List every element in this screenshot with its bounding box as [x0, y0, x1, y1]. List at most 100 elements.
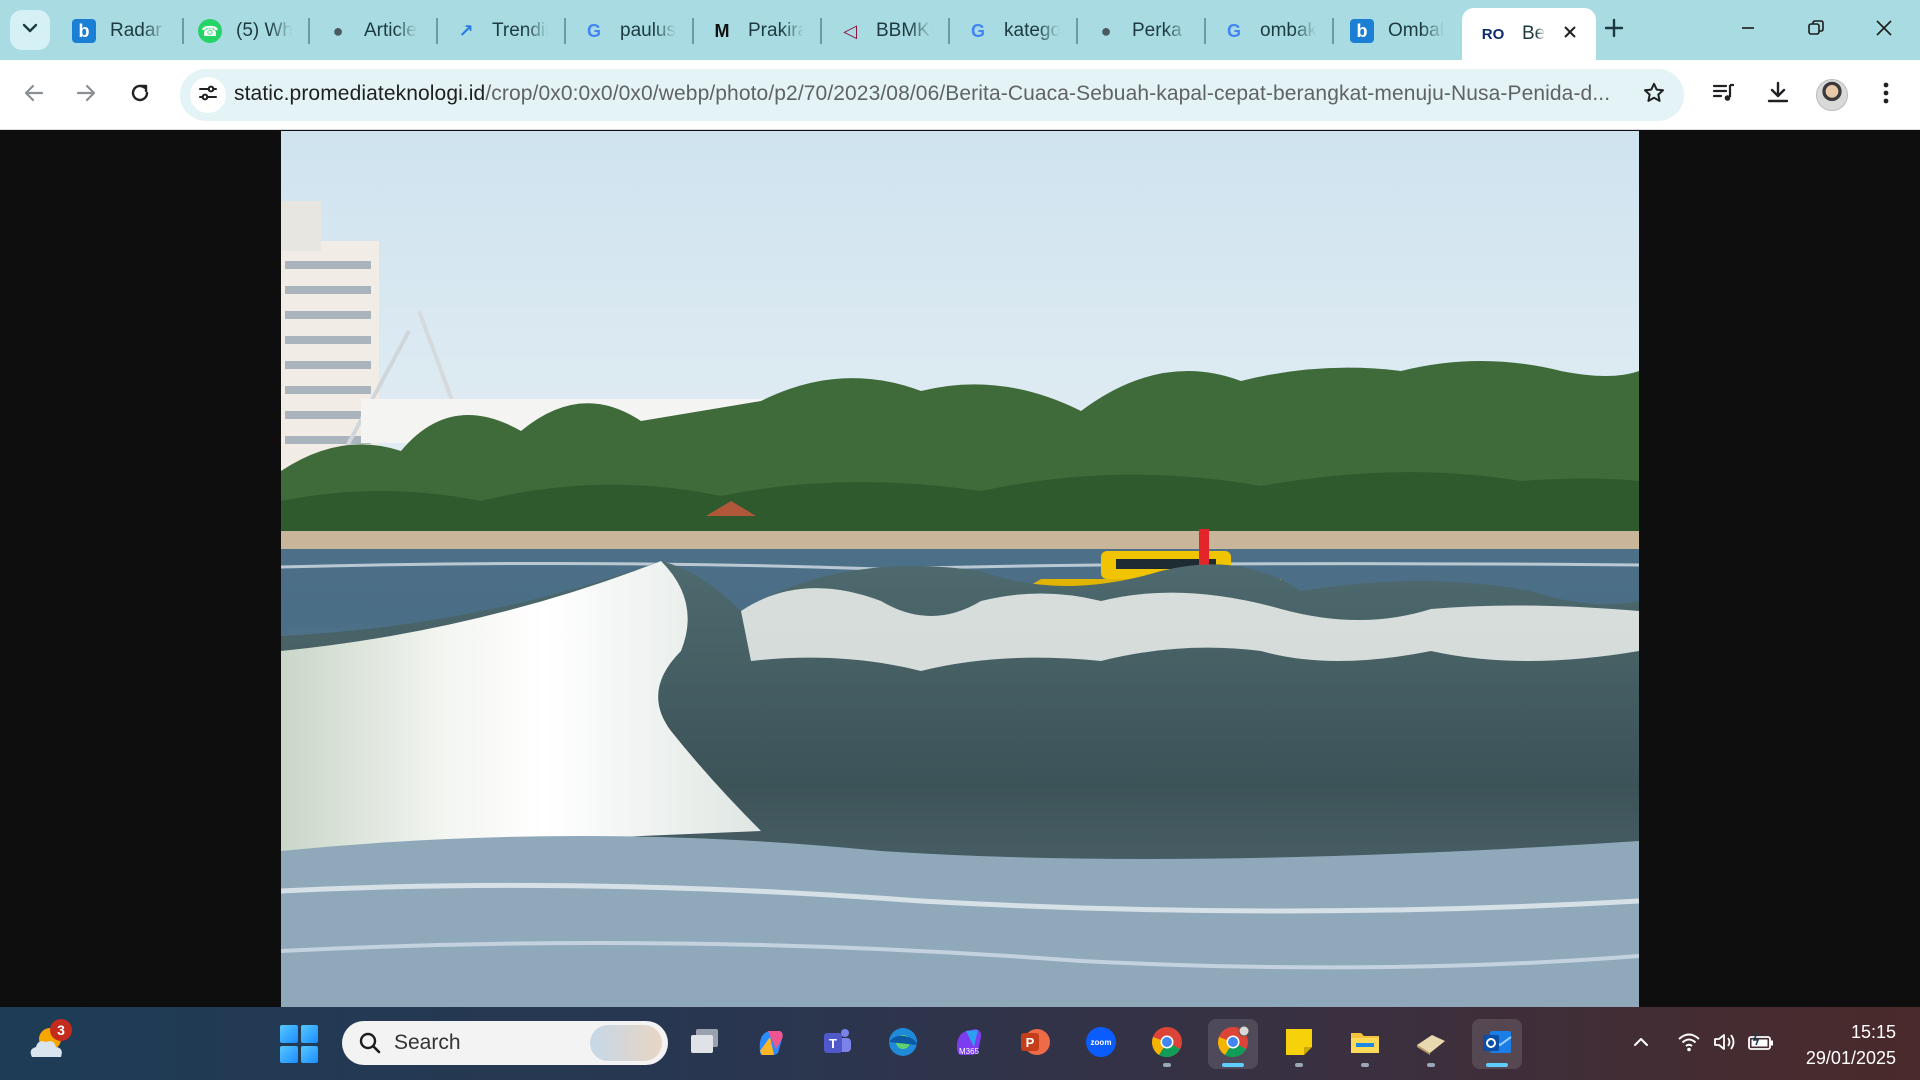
- m365-taskbar-button[interactable]: M365: [944, 1019, 994, 1069]
- taskbar-search-box[interactable]: Search: [342, 1021, 668, 1065]
- restore-icon: [1807, 19, 1825, 42]
- tab-title: Trendin: [492, 20, 548, 41]
- tab-title: katego: [1004, 20, 1060, 41]
- battery-button[interactable]: [1746, 1029, 1776, 1059]
- restore-button[interactable]: [1788, 8, 1844, 52]
- search-highlight-image: [590, 1025, 662, 1061]
- queue-music-icon: [1711, 80, 1737, 111]
- chevron-up-icon: [1632, 1033, 1650, 1056]
- weather-widget[interactable]: 3: [26, 1019, 72, 1065]
- powerpoint-taskbar-button[interactable]: P: [1010, 1019, 1060, 1069]
- back-button[interactable]: [12, 73, 56, 117]
- ocean-wave-photo[interactable]: [281, 131, 1639, 1007]
- tab-title: (5) Wha: [236, 20, 292, 41]
- chrome-profile-icon: [1216, 1025, 1250, 1064]
- system-clock[interactable]: 15:15 29/01/2025: [1786, 1019, 1896, 1071]
- site-info-button[interactable]: [190, 77, 226, 113]
- tab[interactable]: Gpaulus: [566, 10, 692, 52]
- globe-icon: ●: [1100, 20, 1112, 41]
- running-indicator: [1427, 1063, 1435, 1067]
- tab-title: paulus: [620, 20, 676, 41]
- zoom-taskbar-button[interactable]: zoom: [1076, 1019, 1126, 1069]
- chrome-taskbar-button[interactable]: [1142, 1019, 1192, 1069]
- copilot-icon: [754, 1025, 788, 1064]
- file-explorer-icon: [1348, 1025, 1382, 1064]
- url-path: /crop/0x0:0x0/0x0/webp/photo/p2/70/2023/…: [485, 82, 1611, 105]
- address-bar[interactable]: static.promediateknologi.id/crop/0x0:0x0…: [180, 69, 1684, 121]
- whatsapp-icon: ☎: [198, 19, 222, 43]
- file-explorer-taskbar-button[interactable]: [1340, 1019, 1390, 1069]
- ro-logo-icon: RO: [1481, 25, 1505, 43]
- wifi-button[interactable]: [1674, 1029, 1704, 1059]
- running-indicator: [1222, 1063, 1244, 1067]
- chrome-profile-taskbar-button[interactable]: [1208, 1019, 1258, 1069]
- battery-charging-icon: [1747, 1032, 1775, 1057]
- tab[interactable]: b Ombak: [1334, 10, 1460, 52]
- tab[interactable]: Gkatego: [950, 10, 1076, 52]
- tab-title: Ombak: [1388, 20, 1444, 41]
- tab[interactable]: ↗ Trendin: [438, 10, 564, 52]
- weather-cloud-icon: [26, 1028, 68, 1069]
- arrow-right-icon: [74, 81, 98, 110]
- tab-strip: bRadar B☎(5) Wha●Article↗TrendinGpaulusM…: [0, 0, 1920, 60]
- browser-toolbar: static.promediateknologi.id/crop/0x0:0x0…: [0, 60, 1920, 130]
- google-icon: G: [1226, 20, 1241, 41]
- m365-icon: M365: [952, 1025, 986, 1064]
- tab[interactable]: ● Article: [310, 10, 436, 52]
- running-indicator: [1163, 1063, 1171, 1067]
- tab-title: Perka B: [1132, 20, 1188, 41]
- tab[interactable]: ◁ BBMKG: [822, 10, 948, 52]
- star-icon: [1642, 81, 1666, 110]
- task-view-icon: [688, 1027, 722, 1062]
- edge-taskbar-button[interactable]: [878, 1019, 928, 1069]
- bookmark-button[interactable]: [1638, 79, 1670, 111]
- reload-icon: [128, 81, 152, 110]
- bbmkg-icon: ◁: [843, 20, 857, 41]
- downloads-button[interactable]: [1756, 73, 1800, 117]
- clock-time: 15:15: [1850, 1022, 1896, 1042]
- book-app-taskbar-button[interactable]: [1406, 1019, 1456, 1069]
- svg-text:P: P: [1026, 1035, 1035, 1050]
- notification-badge: 3: [50, 1019, 72, 1041]
- powerpoint-icon: P: [1018, 1025, 1052, 1064]
- windows-taskbar: 3 Search T M365 Pzoom 15:15 29/01/2025: [0, 1007, 1920, 1080]
- copilot-taskbar-button[interactable]: [746, 1019, 796, 1069]
- profile-button[interactable]: [1810, 73, 1854, 117]
- url-text[interactable]: static.promediateknologi.id/crop/0x0:0x0…: [234, 82, 1624, 106]
- media-controls-button[interactable]: [1702, 73, 1746, 117]
- tab[interactable]: b Radar B: [56, 10, 182, 52]
- teams-icon: T: [820, 1025, 854, 1064]
- forward-button[interactable]: [64, 73, 108, 117]
- chevron-down-icon: [21, 19, 39, 42]
- tab[interactable]: ☎ (5) Wha: [182, 10, 308, 52]
- download-icon: [1765, 80, 1791, 111]
- minimize-button[interactable]: [1720, 8, 1776, 52]
- tab[interactable]: Gombak: [1206, 10, 1332, 52]
- tune-icon: [197, 82, 219, 109]
- avatar: [1816, 79, 1848, 111]
- tab-search-button[interactable]: [10, 10, 50, 50]
- start-button[interactable]: [280, 1025, 318, 1063]
- reload-button[interactable]: [118, 73, 162, 117]
- globe-icon: ●: [332, 20, 344, 41]
- sticky-notes-taskbar-button[interactable]: [1274, 1019, 1324, 1069]
- tab-title: ombak: [1260, 20, 1316, 41]
- image-viewer: [0, 131, 1920, 1007]
- mi-logo-icon: M: [714, 20, 730, 41]
- volume-button[interactable]: [1710, 1029, 1740, 1059]
- book-app-icon: [1414, 1025, 1448, 1064]
- tab[interactable]: M Prakira: [694, 10, 820, 52]
- tab-title: Prakira: [748, 20, 804, 41]
- close-window-button[interactable]: [1856, 8, 1912, 52]
- show-hidden-icons-button[interactable]: [1628, 1031, 1654, 1057]
- task-view-taskbar-button[interactable]: [680, 1019, 730, 1069]
- tab[interactable]: RO Be: [1462, 8, 1596, 60]
- teams-taskbar-button[interactable]: T: [812, 1019, 862, 1069]
- tab-close-icon[interactable]: [1558, 20, 1582, 44]
- sticky-notes-icon: [1282, 1025, 1316, 1064]
- outlook-taskbar-button[interactable]: [1472, 1019, 1522, 1069]
- tab[interactable]: ● Perka B: [1078, 10, 1204, 52]
- browser-menu-button[interactable]: [1864, 73, 1908, 117]
- windows-logo-icon: [280, 1025, 298, 1043]
- new-tab-button[interactable]: [1596, 12, 1632, 48]
